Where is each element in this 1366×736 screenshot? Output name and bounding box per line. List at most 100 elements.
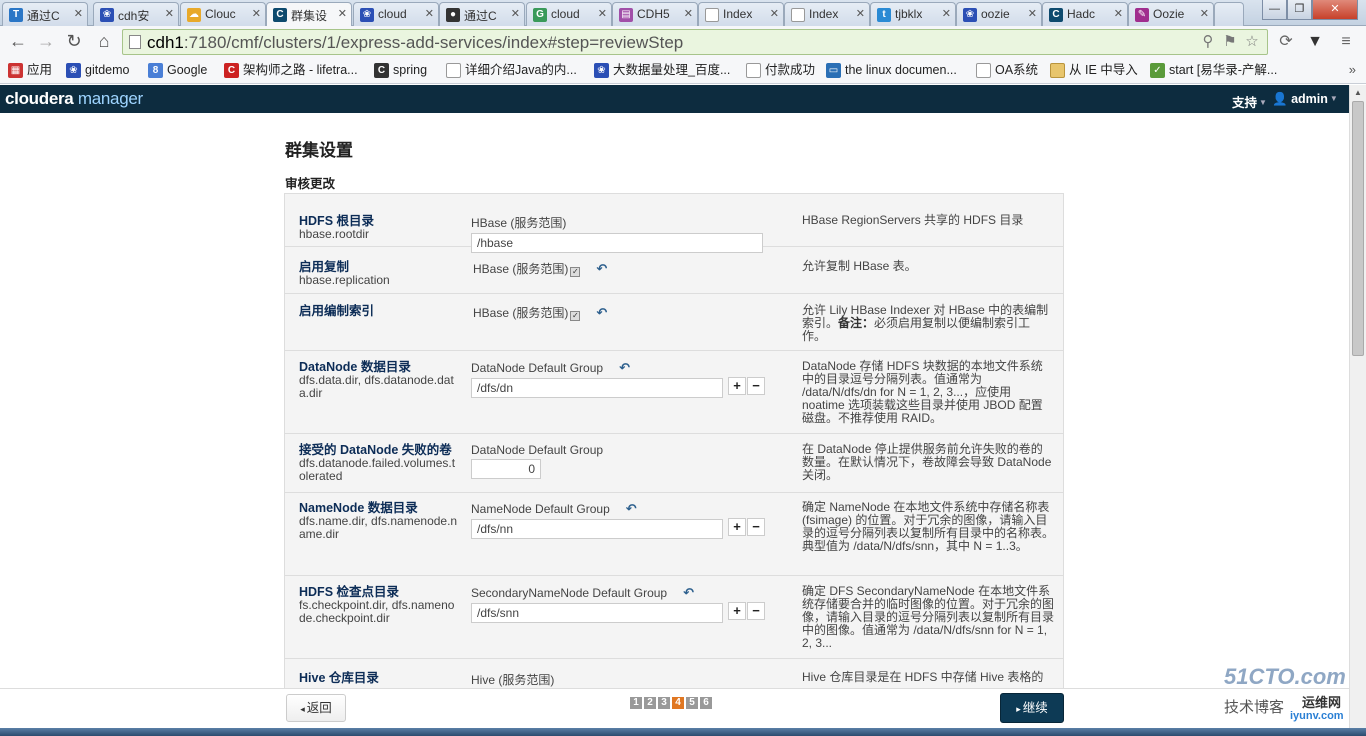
wizard-step-current[interactable]: 4 — [672, 697, 684, 709]
browser-tab-9[interactable]: Index ✕ — [698, 2, 784, 26]
bookmark-ie-import[interactable]: 从 IE 中导入 — [1050, 62, 1138, 80]
wizard-step[interactable]: 5 — [686, 697, 698, 709]
pocket-icon[interactable]: ▼ — [1305, 32, 1325, 52]
remove-value-button[interactable]: − — [747, 377, 765, 395]
close-icon[interactable]: ✕ — [338, 7, 347, 20]
minimize-button[interactable]: — — [1262, 0, 1287, 20]
config-checkbox-label[interactable]: HBase (服务范围) ✓ ↶ — [473, 260, 773, 277]
revert-arrow-icon[interactable]: ↶ — [626, 501, 637, 517]
add-value-button[interactable]: + — [728, 602, 746, 620]
wizard-step[interactable]: 3 — [658, 697, 670, 709]
browser-tab-6[interactable]: ● 通过C ✕ — [439, 2, 525, 26]
back-button[interactable]: ◂ 返回 — [286, 694, 346, 722]
new-tab-button[interactable] — [1214, 2, 1244, 26]
support-menu[interactable]: 支持 ▼ — [1232, 92, 1267, 111]
window-close-button[interactable]: ✕ — [1312, 0, 1358, 20]
tab-favicon-icon: T — [9, 8, 23, 22]
page-scrollbar[interactable]: ▲ — [1349, 85, 1366, 728]
config-group-label: Hive (服务范围) — [471, 673, 555, 687]
continue-button[interactable]: ▸ 继续 — [1000, 693, 1064, 723]
config-value-input[interactable] — [471, 519, 723, 539]
back-arrow-icon[interactable]: ← — [6, 30, 30, 54]
revert-arrow-icon[interactable]: ↶ — [683, 585, 694, 601]
close-icon[interactable]: ✕ — [74, 7, 83, 20]
home-icon[interactable]: ⌂ — [92, 30, 116, 54]
bookmark-star-icon[interactable]: ☆ — [1243, 33, 1261, 51]
bookmark-google[interactable]: 8 Google — [148, 62, 207, 80]
browser-tab-12[interactable]: ❀ oozie ✕ — [956, 2, 1042, 26]
remove-value-button[interactable]: − — [747, 518, 765, 536]
close-icon[interactable]: ✕ — [770, 7, 779, 20]
close-icon[interactable]: ✕ — [1200, 7, 1209, 20]
close-icon[interactable]: ✕ — [1028, 7, 1037, 20]
config-checkbox-label[interactable]: HBase (服务范围) ✓ ↶ — [473, 304, 773, 321]
config-key: hbase.rootdir — [299, 227, 370, 241]
add-value-button[interactable]: + — [728, 518, 746, 536]
config-key: dfs.datanode.failed.volumes.tolerated — [299, 456, 456, 483]
browser-tab-active[interactable]: C 群集设 ✕ — [266, 2, 352, 26]
config-description: DataNode 存储 HDFS 块数据的本地文件系统中的目录逗号分隔列表。值通… — [802, 359, 1043, 425]
browser-tab-14[interactable]: ✎ Oozie ✕ — [1128, 2, 1214, 26]
close-icon[interactable]: ✕ — [165, 7, 174, 20]
close-icon[interactable]: ✕ — [856, 7, 865, 20]
bookmark-apps[interactable]: ▦ 应用 — [8, 62, 52, 80]
bookmarks-overflow-icon[interactable]: » — [1349, 62, 1356, 77]
forward-arrow-icon[interactable]: → — [34, 30, 58, 54]
bookmark-start[interactable]: ✓ start [易华录-产解... — [1150, 62, 1277, 80]
bookmark-bigdata[interactable]: ❀ 大数据量处理_百度... — [594, 62, 730, 80]
config-value-input[interactable] — [471, 603, 723, 623]
apps-grid-icon: ▦ — [8, 63, 23, 78]
user-menu[interactable]: 👤 admin ▼ — [1272, 92, 1338, 107]
bookmark-payment[interactable]: 付款成功 — [746, 62, 815, 80]
menu-icon[interactable]: ≡ — [1336, 32, 1356, 52]
scroll-up-icon[interactable]: ▲ — [1350, 85, 1366, 101]
wizard-step[interactable]: 2 — [644, 697, 656, 709]
browser-tab-2[interactable]: ❀ cdh安 ✕ — [93, 2, 179, 26]
browser-tab-3[interactable]: ☁ Clouc ✕ — [180, 2, 266, 26]
zoom-icon[interactable]: ⚲ — [1199, 33, 1217, 51]
browser-tab-5[interactable]: ❀ cloud ✕ — [353, 2, 439, 26]
bookmark-oa[interactable]: OA系统 — [976, 62, 1038, 80]
bookmark-linux-doc[interactable]: ▭ the linux documen... — [826, 62, 957, 80]
scrollbar-thumb[interactable] — [1352, 101, 1364, 356]
config-number-input[interactable] — [471, 459, 541, 479]
revert-arrow-icon[interactable]: ↶ — [619, 360, 630, 376]
checkbox-checked-icon[interactable]: ✓ — [570, 267, 581, 277]
cloudera-manager-logo[interactable]: cloudera manager — [5, 89, 143, 109]
browser-tab-10[interactable]: Index ✕ — [784, 2, 870, 26]
revert-arrow-icon[interactable]: ↶ — [596, 305, 607, 321]
maximize-button[interactable]: ❐ — [1287, 0, 1312, 20]
wizard-step-indicator: 123456 — [630, 694, 714, 709]
config-name-cell: NameNode 数据目录 dfs.name.dir, dfs.namenode… — [299, 501, 459, 541]
browser-tab-8[interactable]: ▤ CDH5 ✕ — [612, 2, 698, 26]
close-icon[interactable]: ✕ — [252, 7, 261, 20]
tab-label: Hadc — [1067, 7, 1096, 21]
close-icon[interactable]: ✕ — [942, 7, 951, 20]
config-key: dfs.data.dir, dfs.datanode.data.dir — [299, 373, 454, 400]
translate-icon[interactable]: ⚑ — [1221, 33, 1239, 51]
close-icon[interactable]: ✕ — [1114, 7, 1123, 20]
wizard-step[interactable]: 6 — [700, 697, 712, 709]
close-icon[interactable]: ✕ — [598, 7, 607, 20]
address-bar[interactable]: cdh1:7180/cmf/clusters/1/express-add-ser… — [122, 29, 1268, 55]
reload-icon[interactable]: ↻ — [62, 30, 86, 54]
close-icon[interactable]: ✕ — [511, 7, 520, 20]
remove-value-button[interactable]: − — [747, 602, 765, 620]
bookmark-lifetra[interactable]: C 架构师之路 - lifetra... — [224, 62, 358, 80]
checkbox-checked-icon[interactable]: ✓ — [570, 311, 581, 321]
config-value-input[interactable] — [471, 378, 723, 398]
browser-tab-7[interactable]: G cloud ✕ — [526, 2, 612, 26]
close-icon[interactable]: ✕ — [425, 7, 434, 20]
bookmark-spring[interactable]: Cspring — [374, 62, 427, 80]
browser-tab-13[interactable]: C Hadc ✕ — [1042, 2, 1128, 26]
browser-tab-11[interactable]: t tjbklx ✕ — [870, 2, 956, 26]
bookmark-java[interactable]: 详细介绍Java的内... — [446, 62, 577, 80]
browser-tab-1[interactable]: T 通过C ✕ — [2, 2, 88, 26]
revert-arrow-icon[interactable]: ↶ — [596, 261, 607, 277]
extension-icon[interactable]: ⟳ — [1276, 32, 1296, 52]
wizard-step[interactable]: 1 — [630, 697, 642, 709]
close-icon[interactable]: ✕ — [684, 7, 693, 20]
config-name-cell: 接受的 DataNode 失败的卷 dfs.datanode.failed.vo… — [299, 443, 459, 483]
bookmark-gitdemo[interactable]: ❀ gitdemo — [66, 62, 129, 80]
add-value-button[interactable]: + — [728, 377, 746, 395]
